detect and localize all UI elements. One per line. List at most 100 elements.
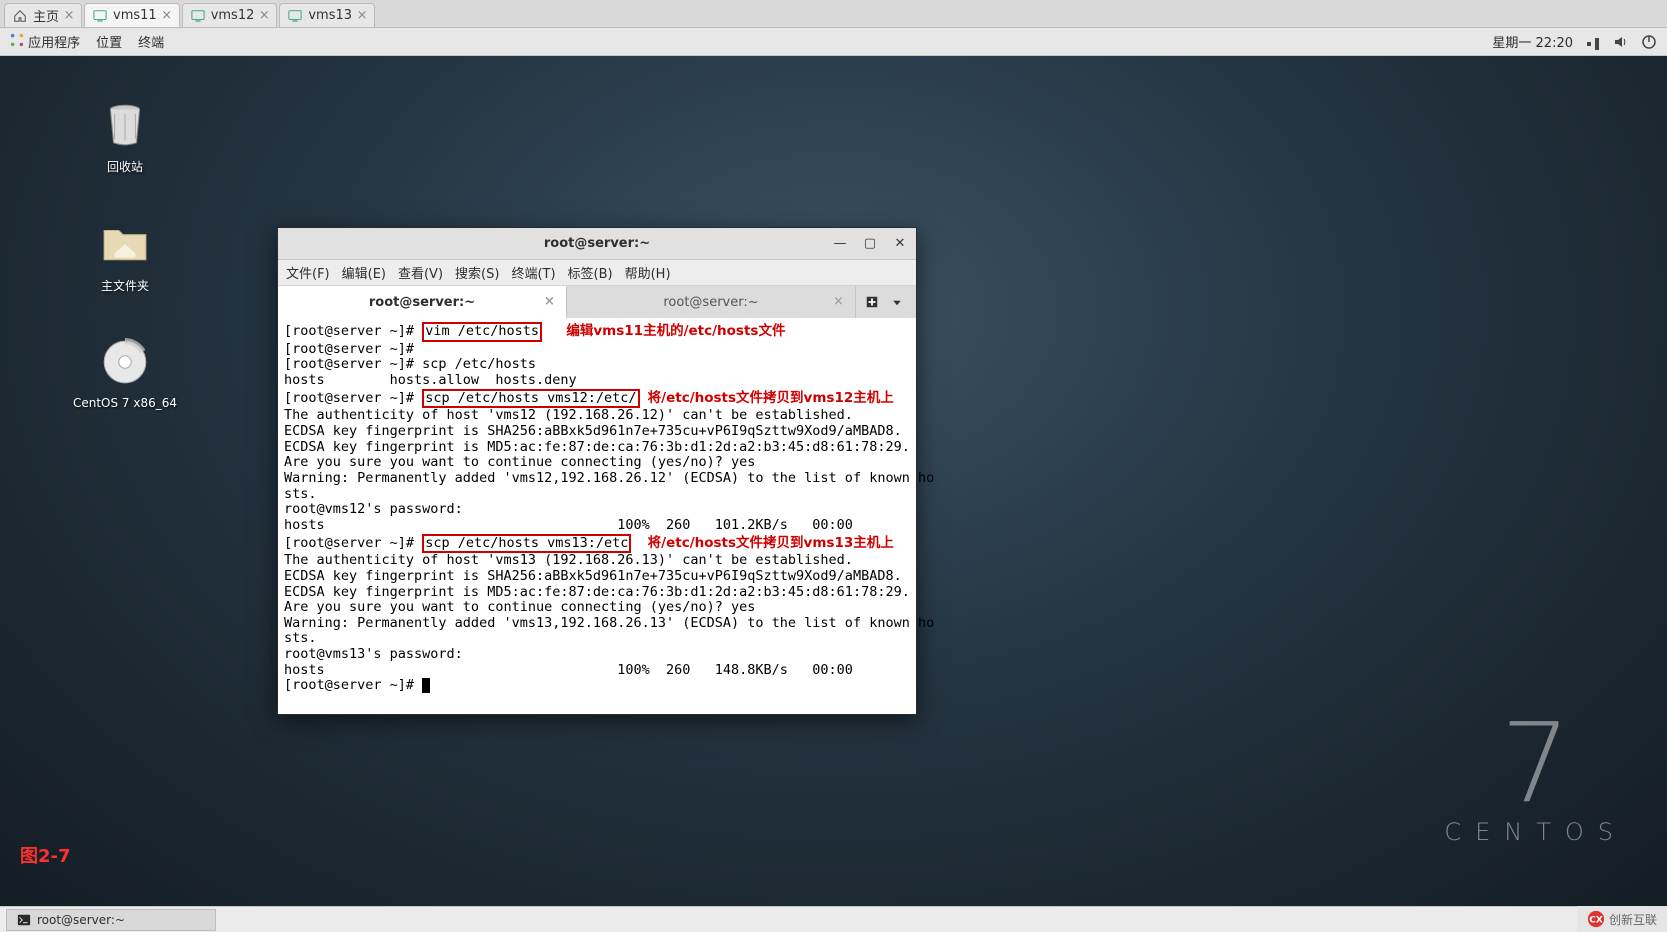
logo-icon: CX <box>1587 910 1605 928</box>
prompt: [root@server ~]# <box>284 341 414 357</box>
close-icon[interactable]: × <box>544 294 558 308</box>
maximize-button[interactable]: ▢ <box>860 233 880 253</box>
volume-icon[interactable] <box>1613 34 1629 50</box>
desktop[interactable]: 回收站 主文件夹 CentOS 7 x86_64 7 CENTOS 图2-7 r… <box>0 56 1667 906</box>
terminal-body[interactable]: [root@server ~]# vim /etc/hosts 编辑vms11主… <box>278 318 916 714</box>
terminal-tab-2[interactable]: root@server:~ × <box>567 286 856 318</box>
browser-tab-vms13[interactable]: vms13 × <box>279 3 375 27</box>
term-line: The authenticity of host 'vms12 (192.168… <box>284 407 853 423</box>
brand-watermark: CX 创新互联 <box>1577 906 1667 932</box>
centos-watermark: 7 CENTOS <box>1444 708 1627 846</box>
disc-icon <box>97 334 153 390</box>
top-panel: 应用程序 位置 终端 星期一 22:20 <box>0 28 1667 56</box>
trash-label: 回收站 <box>107 158 143 175</box>
terminal-tab-bar: root@server:~ × root@server:~ × <box>278 286 916 318</box>
command-scp-vms12: scp /etc/hosts vms12:/etc/ <box>422 389 639 409</box>
term-line: Are you sure you want to continue connec… <box>284 454 755 470</box>
menu-help[interactable]: 帮助(H) <box>625 263 671 282</box>
figure-label: 图2-7 <box>20 842 71 868</box>
command-scp-vms13: scp /etc/hosts vms13:/etc <box>422 534 631 554</box>
prompt: [root@server ~]# <box>284 677 422 693</box>
tab-menu-button[interactable] <box>891 294 907 310</box>
taskbar: root@server:~ CX 创新互联 <box>0 906 1667 932</box>
terminal-titlebar[interactable]: root@server:~ — ▢ ✕ <box>278 228 916 260</box>
close-icon[interactable]: × <box>257 8 271 22</box>
term-line: sts. <box>284 486 317 502</box>
centos-version: 7 <box>1444 708 1627 818</box>
terminal-menu[interactable]: 终端 <box>138 32 164 51</box>
term-line: sts. <box>284 630 317 646</box>
menu-search[interactable]: 搜索(S) <box>455 263 499 282</box>
tab-label: vms13 <box>308 8 352 23</box>
annotation: 将/etc/hosts文件拷贝到vms13主机上 <box>648 535 894 551</box>
term-line: The authenticity of host 'vms13 (192.168… <box>284 552 853 568</box>
menu-terminal[interactable]: 终端(T) <box>511 263 555 282</box>
power-icon[interactable] <box>1641 34 1657 50</box>
term-line: ECDSA key fingerprint is MD5:ac:fe:87:de… <box>284 439 910 455</box>
home-icon <box>13 9 27 23</box>
trash-icon-item[interactable]: 回收站 <box>70 96 180 175</box>
browser-tab-home[interactable]: 主页 × <box>4 3 82 27</box>
term-line: hosts hosts.allow hosts.deny <box>284 372 577 388</box>
desktop-icons-area: 回收站 主文件夹 CentOS 7 x86_64 <box>70 96 180 410</box>
terminal-tab-1[interactable]: root@server:~ × <box>278 286 567 318</box>
trash-icon <box>97 96 153 152</box>
annotation: 编辑vms11主机的/etc/hosts文件 <box>566 323 785 339</box>
menu-file[interactable]: 文件(F) <box>286 263 330 282</box>
tab-label: vms12 <box>211 8 255 23</box>
tab-label: root@server:~ <box>663 295 758 310</box>
close-icon[interactable]: × <box>160 8 174 22</box>
places-menu[interactable]: 位置 <box>96 32 122 51</box>
term-line: Warning: Permanently added 'vms12,192.16… <box>284 470 934 486</box>
term-line: hosts 100% 260 148.8KB/s 00:00 <box>284 662 853 678</box>
close-icon[interactable]: × <box>355 8 369 22</box>
close-icon[interactable]: × <box>833 294 847 308</box>
centos-iso-label: CentOS 7 x86_64 <box>73 396 177 410</box>
clock[interactable]: 星期一 22:20 <box>1492 32 1573 51</box>
term-line: [root@server ~]# scp /etc/hosts <box>284 356 536 372</box>
cursor <box>422 678 430 693</box>
centos-text: CENTOS <box>1444 818 1627 846</box>
menu-view[interactable]: 查看(V) <box>398 263 443 282</box>
term-line: Warning: Permanently added 'vms13,192.16… <box>284 615 934 631</box>
taskbar-item-terminal[interactable]: root@server:~ <box>6 909 216 931</box>
vm-icon <box>191 9 205 23</box>
browser-tab-vms11[interactable]: vms11 × <box>84 3 180 27</box>
menu-tabs[interactable]: 标签(B) <box>568 263 613 282</box>
term-line: ECDSA key fingerprint is SHA256:aBBxk5d9… <box>284 423 902 439</box>
tab-label: root@server:~ <box>369 295 475 310</box>
prompt: [root@server ~]# <box>284 323 414 339</box>
terminal-menubar: 文件(F) 编辑(E) 查看(V) 搜索(S) 终端(T) 标签(B) 帮助(H… <box>278 260 916 286</box>
prompt: [root@server ~]# <box>284 390 414 406</box>
browser-tab-bar: 主页 × vms11 × vms12 × vms13 × <box>0 0 1667 28</box>
terminal-title: root@server:~ <box>544 236 650 251</box>
term-line: root@vms12's password: <box>284 501 463 517</box>
terminal-window: root@server:~ — ▢ ✕ 文件(F) 编辑(E) 查看(V) 搜索… <box>277 227 917 715</box>
prompt: [root@server ~]# <box>284 535 414 551</box>
command-vim: vim /etc/hosts <box>422 322 542 342</box>
term-line: Are you sure you want to continue connec… <box>284 599 755 615</box>
home-folder-item[interactable]: 主文件夹 <box>70 215 180 294</box>
vm-icon <box>93 9 107 23</box>
tab-label: vms11 <box>113 8 157 23</box>
new-tab-button[interactable] <box>865 294 881 310</box>
annotation: 将/etc/hosts文件拷贝到vms12主机上 <box>648 390 894 406</box>
tab-label: 主页 <box>33 6 59 25</box>
term-line: hosts 100% 260 101.2KB/s 00:00 <box>284 517 853 533</box>
term-line: ECDSA key fingerprint is SHA256:aBBxk5d9… <box>284 568 902 584</box>
term-line: root@vms13's password: <box>284 646 463 662</box>
home-folder-label: 主文件夹 <box>101 277 149 294</box>
terminal-icon <box>17 913 31 927</box>
network-icon[interactable] <box>1585 34 1601 50</box>
applications-menu[interactable]: 应用程序 <box>10 32 80 51</box>
menu-edit[interactable]: 编辑(E) <box>342 263 386 282</box>
minimize-button[interactable]: — <box>830 233 850 253</box>
centos-iso-item[interactable]: CentOS 7 x86_64 <box>70 334 180 410</box>
browser-tab-vms12[interactable]: vms12 × <box>182 3 278 27</box>
menu-label: 应用程序 <box>28 36 80 51</box>
term-line: ECDSA key fingerprint is MD5:ac:fe:87:de… <box>284 584 910 600</box>
home-folder-icon <box>97 215 153 271</box>
close-icon[interactable]: × <box>62 8 76 22</box>
vm-icon <box>288 9 302 23</box>
close-button[interactable]: ✕ <box>890 233 910 253</box>
